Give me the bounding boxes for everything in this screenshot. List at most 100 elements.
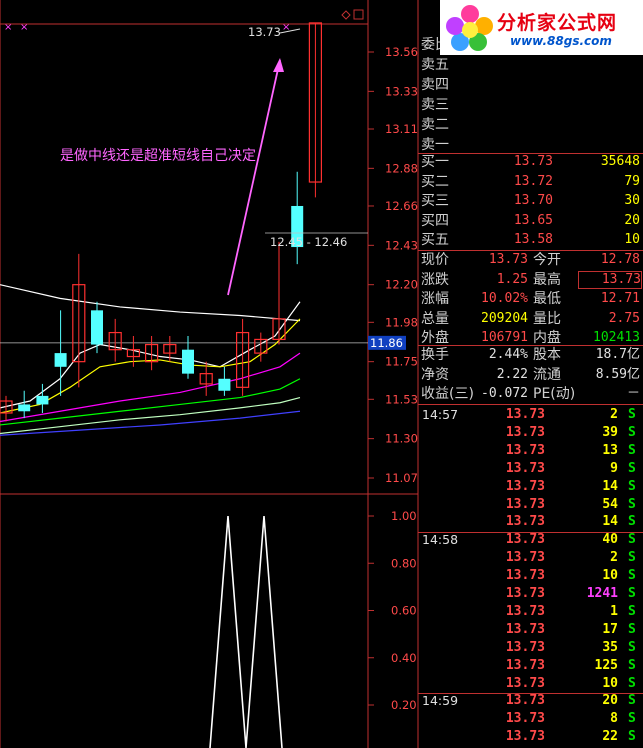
candle-body <box>54 353 67 367</box>
ask-label: 卖二 <box>421 117 449 133</box>
tick-side: S <box>628 639 636 655</box>
candle-body <box>182 349 194 374</box>
price-axis-label: 12.43 <box>385 238 418 252</box>
tick-volume: 9 <box>610 460 618 476</box>
tick-row: 14:58 13.73 40 S <box>418 531 643 549</box>
watermark-title: 分析家公式网 <box>497 12 618 34</box>
tick-price: 13.73 <box>505 693 545 709</box>
tick-time: 14:57 <box>422 407 459 422</box>
quote-label: 今开 <box>533 252 561 268</box>
tick-side: S <box>628 550 636 566</box>
tick-price: 13.73 <box>505 621 545 637</box>
indicator-axis-label: 0.60 <box>391 604 417 618</box>
bid-label: 买五 <box>421 232 449 249</box>
fundamental-value: 2.44% <box>488 347 528 362</box>
price-axis-label: 11.53 <box>385 392 418 406</box>
price-axis-label: 12.20 <box>385 278 418 292</box>
quote-label: 量比 <box>533 310 561 327</box>
tick-row: 13.73 13 S <box>418 442 643 460</box>
ma-line-5 <box>0 301 301 409</box>
tick-side: S <box>628 478 636 494</box>
fundamental-row: 换手 2.44% 股本 18.7亿 <box>418 345 643 365</box>
tick-volume: 13 <box>602 442 618 458</box>
price-axis-label: 13.33 <box>385 84 418 98</box>
tick-price: 13.73 <box>505 729 545 745</box>
fundamental-value: － <box>626 386 640 402</box>
range-label: 12.45 - 12.46 <box>270 235 347 249</box>
fundamental-label: 净资 <box>421 366 449 383</box>
price-axis-label: 11.30 <box>385 432 418 446</box>
price-axis-label: 13.56 <box>385 45 418 59</box>
bid-row: 买一 13.73 35648 <box>418 152 643 172</box>
annotation-arrow <box>227 59 281 296</box>
bid-label: 买一 <box>421 154 449 170</box>
tick-price: 13.73 <box>505 442 545 458</box>
marker-x-icon: × <box>4 22 12 33</box>
price-axis-label: 12.66 <box>385 199 418 213</box>
quote-value: 1.25 <box>496 271 528 287</box>
tick-time: 14:59 <box>422 693 459 709</box>
tick-price: 13.73 <box>505 657 545 673</box>
quote-label: 涨跌 <box>421 271 449 288</box>
tick-row: 13.73 10 S <box>418 675 643 693</box>
watermark-logo: 分析家公式网 www.88gs.com <box>440 0 643 55</box>
bid-row: 买五 13.58 10 <box>418 230 643 250</box>
quote-label: 最低 <box>533 291 561 308</box>
tick-side: S <box>628 657 636 673</box>
fundamental-label: 股本 <box>533 347 561 363</box>
fundamental-value: 8.59亿 <box>595 366 640 382</box>
quote-value: 12.78 <box>600 252 640 267</box>
quote-row: 涨幅 10.02% 最低 12.71 <box>418 289 643 309</box>
tick-side: S <box>628 407 636 422</box>
quote-value: 12.71 <box>600 291 640 307</box>
quote-label: 最高 <box>533 271 561 288</box>
quote-value: 13.73 <box>578 270 642 289</box>
ask-row: 卖三 <box>418 95 643 115</box>
tick-volume: 39 <box>602 424 618 440</box>
tick-side: S <box>628 424 636 440</box>
tick-volume: 54 <box>602 496 618 512</box>
candle-body <box>91 310 103 345</box>
tick-side: S <box>628 729 636 745</box>
tick-volume: 17 <box>602 621 618 637</box>
tick-volume: 10 <box>602 568 618 584</box>
diamond-icon <box>341 10 351 20</box>
bid-row: 买四 13.65 20 <box>418 211 643 231</box>
tick-volume: 8 <box>610 711 618 727</box>
tick-side: S <box>628 603 636 619</box>
tick-price: 13.73 <box>505 407 545 422</box>
tick-volume: 22 <box>602 729 618 745</box>
tick-price: 13.73 <box>505 568 545 584</box>
tick-volume: 1241 <box>586 586 618 601</box>
fundamental-value: 18.7亿 <box>595 347 640 362</box>
bid-volume: 79 <box>624 173 640 189</box>
tick-price: 13.73 <box>505 675 545 691</box>
tick-row: 14:59 13.73 20 S <box>418 692 643 710</box>
tick-side: S <box>628 532 636 548</box>
tick-row: 13.73 39 S <box>418 424 643 442</box>
tick-price: 13.73 <box>505 639 545 655</box>
price-axis-label: 11.98 <box>385 315 418 329</box>
ask-row: 卖二 <box>418 115 643 135</box>
tick-row: 13.73 125 S <box>418 657 643 675</box>
fundamental-row: 收益(三) -0.072 PE(动) － <box>418 384 643 404</box>
candle-body <box>18 404 31 412</box>
maximize-icon <box>353 9 364 20</box>
tick-side: S <box>628 675 636 691</box>
quote-value: 209204 <box>481 310 528 326</box>
quote-row: 总量 209204 量比 2.75 <box>418 309 643 329</box>
tick-row: 13.73 2 S <box>418 549 643 567</box>
bid-label: 买二 <box>421 173 449 190</box>
indicator-axis-label: 0.40 <box>391 651 417 665</box>
tick-row: 13.73 1241 S <box>418 585 643 603</box>
tick-row: 13.73 10 S <box>418 567 643 585</box>
arrow-head-icon <box>273 58 284 72</box>
tick-side: S <box>628 621 636 637</box>
tick-row: 13.73 1 S <box>418 603 643 621</box>
tick-volume: 1 <box>610 603 618 619</box>
tick-side: S <box>628 711 636 727</box>
fundamental-value: -0.072 <box>481 386 528 402</box>
ask-label: 卖四 <box>421 77 449 93</box>
ma-line-white <box>0 284 301 322</box>
price-axis-label: 11.75 <box>385 355 418 369</box>
